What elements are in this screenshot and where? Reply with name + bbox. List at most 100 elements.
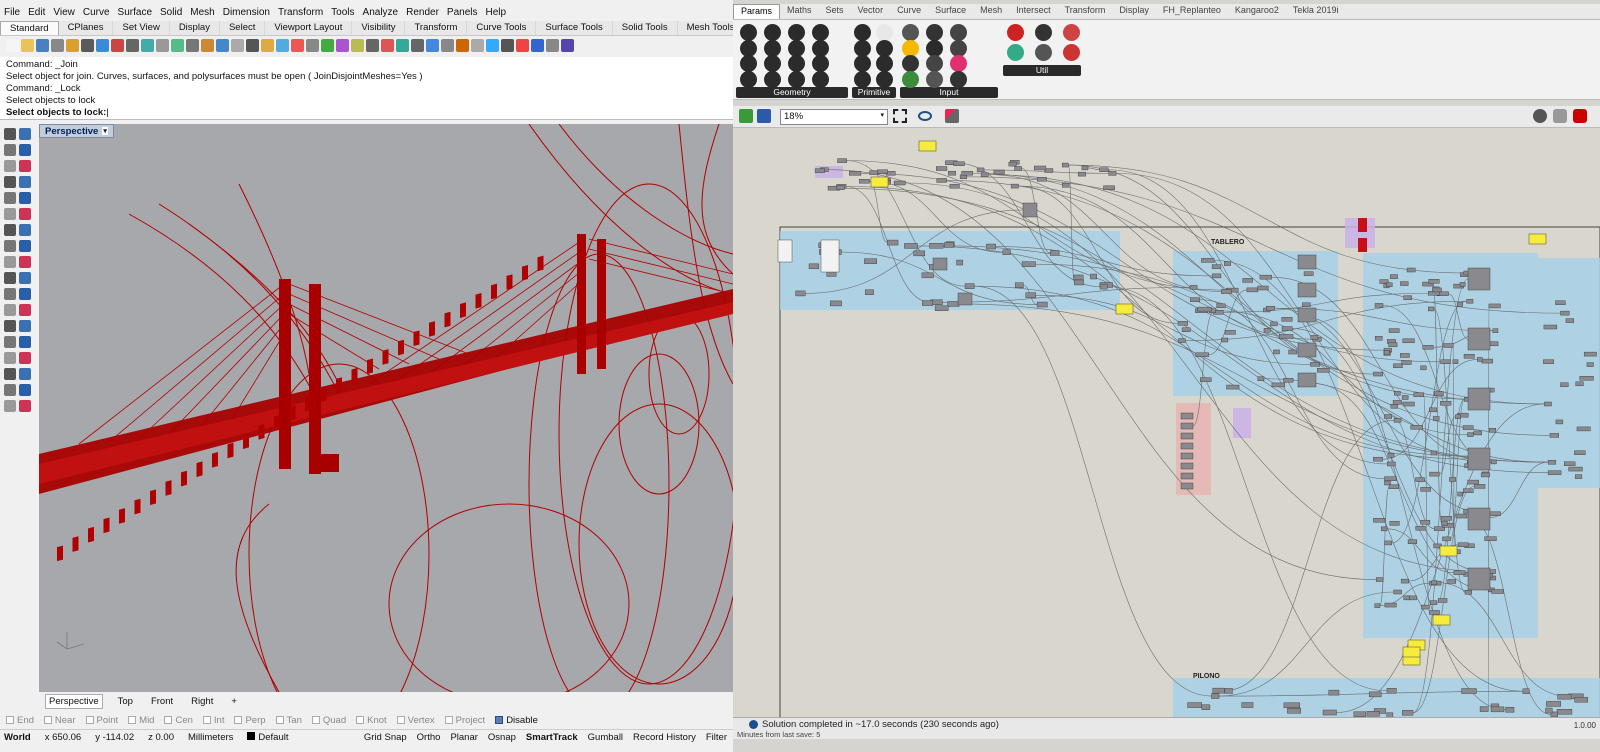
gh-tab-kangaroo2[interactable]: Kangaroo2 [1228, 4, 1286, 19]
left-tool-11-icon[interactable] [4, 208, 16, 220]
component-node[interactable] [1224, 688, 1233, 694]
component-node[interactable] [1459, 282, 1466, 287]
g-geom-component-9-icon[interactable] [740, 55, 757, 72]
component-node[interactable] [1390, 274, 1398, 279]
component-node[interactable] [836, 185, 845, 190]
left-tool-5-icon[interactable] [4, 160, 16, 172]
grasshopper-canvas[interactable]: TABLERO PILONO [733, 128, 1600, 717]
component-node[interactable] [1467, 327, 1491, 351]
osnap-tan[interactable]: Tan [275, 715, 302, 726]
component-node[interactable] [1410, 425, 1423, 430]
component-node[interactable] [1099, 167, 1109, 172]
component-node[interactable] [820, 239, 840, 273]
component-node[interactable] [1074, 279, 1084, 286]
menu-help[interactable]: Help [486, 7, 507, 18]
component-node[interactable] [1438, 598, 1448, 603]
toolbar-tool-21-icon[interactable] [306, 39, 319, 52]
tab-mesh-tools[interactable]: Mesh Tools [678, 21, 733, 35]
component-node[interactable] [1180, 482, 1194, 490]
osnap-quad[interactable]: Quad [311, 715, 346, 726]
g-geom-component-10-icon[interactable] [764, 55, 781, 72]
component-node[interactable] [1384, 602, 1397, 608]
component-node[interactable] [1015, 282, 1024, 288]
component-node[interactable] [1212, 687, 1225, 694]
osnap-knot[interactable]: Knot [356, 715, 387, 726]
osnap-checkbox[interactable] [128, 716, 137, 724]
component-node[interactable] [1490, 706, 1505, 713]
toggle-ortho[interactable]: Ortho [417, 732, 441, 743]
component-node[interactable] [1078, 171, 1086, 177]
toolbar-tool-15-icon[interactable] [216, 39, 229, 52]
component-node[interactable] [1303, 271, 1314, 276]
component-node[interactable] [814, 168, 825, 173]
left-tool-9-icon[interactable] [4, 192, 16, 204]
toolbar-tool-24-icon[interactable] [351, 39, 364, 52]
preview-eye-icon[interactable] [918, 111, 932, 121]
component-node[interactable] [1270, 321, 1278, 327]
g-geom-component-12-icon[interactable] [812, 55, 829, 72]
component-node[interactable] [1466, 298, 1474, 304]
toolbar-tool-20-icon[interactable] [291, 39, 304, 52]
osnap-checkbox[interactable] [43, 716, 52, 724]
component-node[interactable] [1555, 419, 1564, 425]
panel-node[interactable] [918, 140, 937, 152]
component-node[interactable] [1464, 589, 1472, 595]
component-node[interactable] [1187, 702, 1202, 708]
toolbar-tool-16-icon[interactable] [231, 39, 244, 52]
left-tool-36-icon[interactable] [19, 400, 31, 412]
component-node[interactable] [936, 178, 947, 183]
g-util-component-2-icon[interactable] [1035, 24, 1052, 41]
component-node[interactable] [1036, 301, 1048, 308]
component-node[interactable] [1259, 274, 1272, 280]
toolbar-tool-30-icon[interactable] [441, 39, 454, 52]
component-node[interactable] [959, 174, 968, 180]
component-node[interactable] [1400, 281, 1409, 286]
toggle-smarttrack[interactable]: SmartTrack [526, 732, 578, 743]
g-geom-component-4-icon[interactable] [812, 24, 829, 41]
component-node[interactable] [1108, 171, 1117, 176]
component-node[interactable] [932, 257, 948, 271]
component-node[interactable] [1287, 708, 1301, 714]
component-node[interactable] [1390, 404, 1398, 409]
toolbar-tool-26-icon[interactable] [381, 39, 394, 52]
component-node[interactable] [1393, 589, 1402, 595]
component-node[interactable] [976, 167, 985, 173]
osnap-near[interactable]: Near [43, 715, 76, 726]
component-node[interactable] [956, 259, 963, 266]
left-tool-16-icon[interactable] [19, 240, 31, 252]
component-node[interactable] [1180, 452, 1194, 460]
g-util-component-1-icon[interactable] [1007, 24, 1024, 41]
component-node[interactable] [1201, 258, 1215, 263]
component-node[interactable] [1224, 330, 1236, 335]
component-node[interactable] [1415, 525, 1426, 531]
component-node[interactable] [1297, 282, 1317, 298]
menu-analyze[interactable]: Analyze [363, 7, 399, 18]
menu-render[interactable]: Render [406, 7, 439, 18]
component-node[interactable] [1394, 390, 1401, 396]
component-node[interactable] [1463, 488, 1474, 493]
gh-tab-tekla-2019i[interactable]: Tekla 2019i [1286, 4, 1346, 19]
component-node[interactable] [1283, 702, 1301, 709]
g-input-component-12-icon[interactable] [950, 70, 967, 88]
toolbar-tool-18-icon[interactable] [261, 39, 274, 52]
component-node[interactable] [964, 283, 975, 289]
left-tool-12-icon[interactable] [19, 208, 31, 220]
toolbar-tool-4-icon[interactable] [51, 39, 64, 52]
component-node[interactable] [1384, 476, 1397, 481]
left-tool-18-icon[interactable] [19, 256, 31, 268]
component-node[interactable] [1073, 274, 1084, 281]
shaded-preview-icon[interactable] [1573, 109, 1587, 123]
component-node[interactable] [1273, 349, 1280, 355]
component-node[interactable] [944, 242, 954, 248]
component-node[interactable] [1457, 542, 1469, 547]
component-node[interactable] [934, 305, 949, 311]
component-node[interactable] [1103, 185, 1115, 191]
component-node[interactable] [1283, 377, 1294, 383]
command-prompt[interactable]: Select objects to lock:| [6, 107, 727, 119]
component-node[interactable] [1002, 249, 1011, 256]
tab-select[interactable]: Select [220, 21, 266, 35]
component-node[interactable] [1440, 516, 1453, 521]
component-node[interactable] [957, 292, 973, 306]
component-node[interactable] [893, 180, 906, 186]
component-node[interactable] [1560, 310, 1570, 316]
